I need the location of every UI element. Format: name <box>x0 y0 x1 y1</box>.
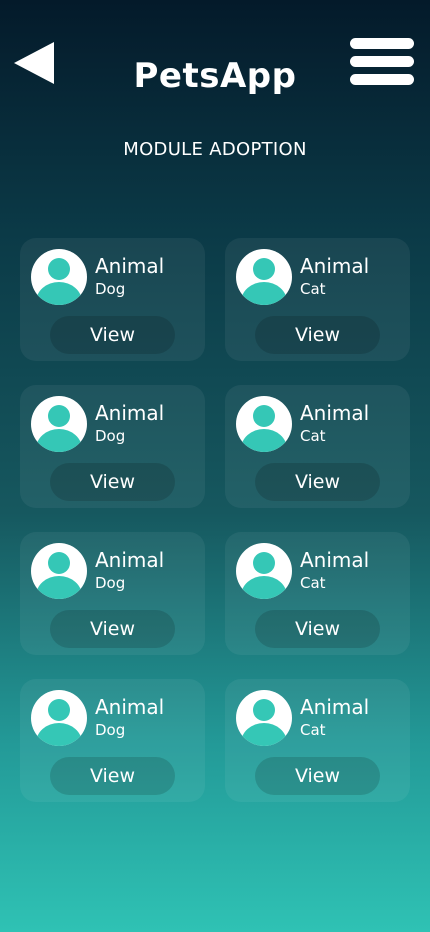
animal-card: Animal Cat View <box>225 532 410 655</box>
card-title: Animal <box>300 548 370 572</box>
view-button[interactable]: View <box>255 610 380 648</box>
user-avatar-icon <box>31 543 87 599</box>
view-button[interactable]: View <box>50 316 175 354</box>
card-title: Animal <box>95 254 165 278</box>
card-title: Animal <box>95 695 165 719</box>
menu-bar <box>350 56 414 67</box>
user-avatar-icon <box>31 396 87 452</box>
view-button[interactable]: View <box>50 757 175 795</box>
animal-card: Animal Dog View <box>20 679 205 802</box>
card-animal-type: Dog <box>95 427 126 445</box>
app-header: PetsApp <box>0 0 430 120</box>
card-animal-type: Cat <box>300 721 326 739</box>
card-title: Animal <box>300 254 370 278</box>
page-subtitle: MODULE ADOPTION <box>123 139 307 160</box>
user-avatar-icon <box>31 690 87 746</box>
card-animal-type: Cat <box>300 280 326 298</box>
animal-card: Animal Cat View <box>225 385 410 508</box>
user-avatar-icon <box>236 249 292 305</box>
hamburger-menu-icon[interactable] <box>348 38 416 88</box>
card-animal-type: Cat <box>300 427 326 445</box>
view-button[interactable]: View <box>255 316 380 354</box>
animal-card: Animal Cat View <box>225 238 410 361</box>
card-title: Animal <box>95 548 165 572</box>
view-button[interactable]: View <box>255 463 380 501</box>
animal-card: Animal Dog View <box>20 385 205 508</box>
animal-card: Animal Dog View <box>20 532 205 655</box>
card-title: Animal <box>300 401 370 425</box>
user-avatar-icon <box>31 249 87 305</box>
card-animal-type: Dog <box>95 280 126 298</box>
view-button[interactable]: View <box>50 463 175 501</box>
user-avatar-icon <box>236 396 292 452</box>
card-title: Animal <box>300 695 370 719</box>
animal-card: Animal Cat View <box>225 679 410 802</box>
user-avatar-icon <box>236 543 292 599</box>
card-animal-type: Dog <box>95 574 126 592</box>
menu-bar <box>350 38 414 49</box>
view-button[interactable]: View <box>255 757 380 795</box>
card-animal-type: Dog <box>95 721 126 739</box>
view-button[interactable]: View <box>50 610 175 648</box>
animal-card-grid: Animal Dog View Animal Cat View Animal D… <box>20 238 410 802</box>
user-avatar-icon <box>236 690 292 746</box>
card-animal-type: Cat <box>300 574 326 592</box>
menu-bar <box>350 74 414 85</box>
card-title: Animal <box>95 401 165 425</box>
animal-card: Animal Dog View <box>20 238 205 361</box>
